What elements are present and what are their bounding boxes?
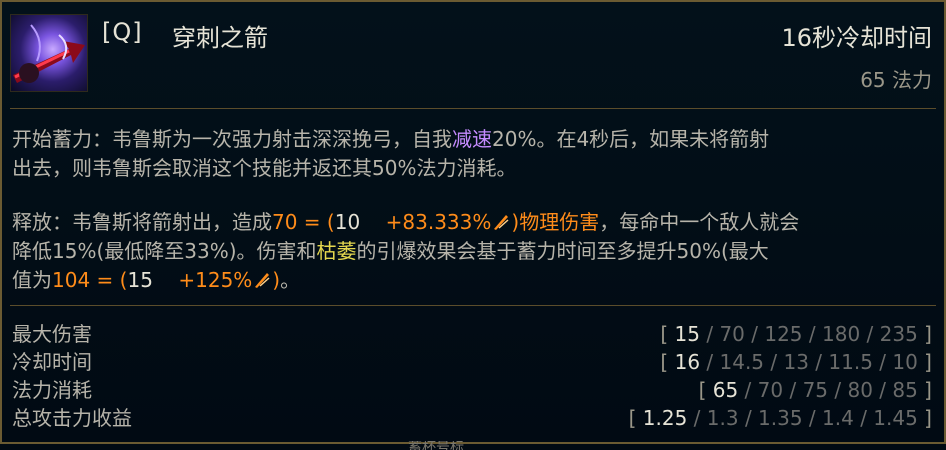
stats-divider [10, 305, 936, 306]
stat-rank: 1.3 [706, 406, 739, 430]
stat-current: 16 [674, 350, 701, 374]
attack-damage-icon [255, 273, 270, 288]
stat-rank: 1.4 [822, 406, 854, 430]
stat-row: 最大伤害 [ 15 / 70 / 125 / 180 / 235 ] [12, 320, 932, 348]
stat-values: [ 1.25 / 1.3 / 1.35 / 1.4 / 1.45 ] [628, 406, 932, 430]
ability-key-label: [Q] [102, 18, 143, 46]
stat-label: 冷却时间 [12, 350, 92, 374]
stat-rank: 235 [879, 322, 918, 346]
max-text: 值为 [12, 268, 52, 292]
stat-rank: 70 [757, 378, 784, 402]
damage-base: 10 [334, 210, 361, 234]
attack-damage-icon [494, 215, 509, 230]
stat-rank: 14.5 [719, 350, 765, 374]
stat-row: 总攻击力收益 [ 1.25 / 1.3 / 1.35 / 1.4 / 1.45 … [12, 404, 932, 432]
stat-rank: 80 [847, 378, 873, 402]
stat-values: [ 15 / 70 / 125 / 180 / 235 ] [660, 322, 932, 346]
ability-arrow-icon [10, 14, 88, 92]
charge-text-line2: 出去，则韦鲁斯会取消这个技能并返还其50%法力消耗。 [12, 156, 517, 180]
release-description: 释放：韦鲁斯将箭射出，造成70 = (10 +83.333%)物理伤害，每命中一… [12, 210, 800, 292]
slow-keyword: 减速 [452, 127, 492, 151]
stat-rank: 11.5 [828, 350, 873, 374]
stat-current: 1.25 [642, 406, 688, 430]
stat-rank: 70 [719, 322, 745, 346]
stat-row: 法力消耗 [ 65 / 70 / 75 / 80 / 85 ] [12, 376, 932, 404]
stat-rank: 10 [892, 350, 918, 374]
charge-text-rest: 20%。在4秒后，如果未将箭射 [492, 127, 770, 151]
damage-type: 物理伤害 [519, 210, 600, 234]
stat-label: 法力消耗 [12, 378, 92, 402]
release-text-line2-rest: 的引爆效果会基于蓄力时间至多提升50%(最大 [356, 239, 769, 263]
release-text-line2: 降低15%(最低降至33%)。伤害和 [12, 239, 317, 263]
stats-table: 最大伤害 [ 15 / 70 / 125 / 180 / 235 ] 冷却时间 … [12, 320, 932, 432]
damage-ratio: +83.333% [385, 210, 492, 234]
stat-rank: 75 [802, 378, 829, 402]
header-divider [10, 108, 936, 109]
stat-label: 最大伤害 [12, 322, 92, 346]
max-damage-total: 104 = [52, 268, 114, 292]
max-damage-ratio: +125% [178, 268, 253, 292]
damage-total: 70 = [272, 210, 321, 234]
stat-rank: 180 [822, 322, 861, 346]
release-text-after: ，每命中一个敌人就会 [599, 210, 800, 234]
ability-cooldown: 16秒冷却时间 [781, 24, 932, 52]
blight-keyword: 枯萎 [316, 239, 357, 263]
stat-current: 15 [674, 322, 700, 346]
tooltip-header: [Q] 穿刺之箭 16秒冷却时间 65 法力 [2, 2, 944, 102]
release-text: 释放：韦鲁斯将箭射出，造成 [12, 210, 272, 234]
ability-tooltip: [Q] 穿刺之箭 16秒冷却时间 65 法力 开始蓄力：韦鲁斯为一次强力射击深深… [0, 0, 946, 444]
stat-row: 冷却时间 [ 16 / 14.5 / 13 / 11.5 / 10 ] [12, 348, 932, 376]
stat-rank: 125 [764, 322, 803, 346]
charge-description: 开始蓄力：韦鲁斯为一次强力射击深深挽弓，自我减速20%。在4秒后，如果未将箭射 … [12, 125, 932, 183]
charge-text: 开始蓄力：韦鲁斯为一次强力射击深深挽弓，自我 [12, 127, 452, 151]
stat-label: 总攻击力收益 [12, 406, 132, 430]
stat-rank: 13 [783, 350, 809, 374]
stat-values: [ 65 / 70 / 75 / 80 / 85 ] [698, 378, 932, 402]
bottom-hint: 蓄杯号标 [408, 441, 464, 450]
max-damage-base: 15 [127, 268, 153, 292]
ability-cost: 65 法力 [860, 68, 932, 92]
stat-rank: 1.45 [873, 406, 918, 430]
stat-rank: 85 [892, 378, 918, 402]
max-text-suffix: 。 [280, 268, 301, 292]
stat-current: 65 [712, 378, 739, 402]
ability-name: 穿刺之箭 [172, 24, 268, 52]
stat-rank: 1.35 [758, 406, 803, 430]
stat-values: [ 16 / 14.5 / 13 / 11.5 / 10 ] [660, 350, 932, 374]
